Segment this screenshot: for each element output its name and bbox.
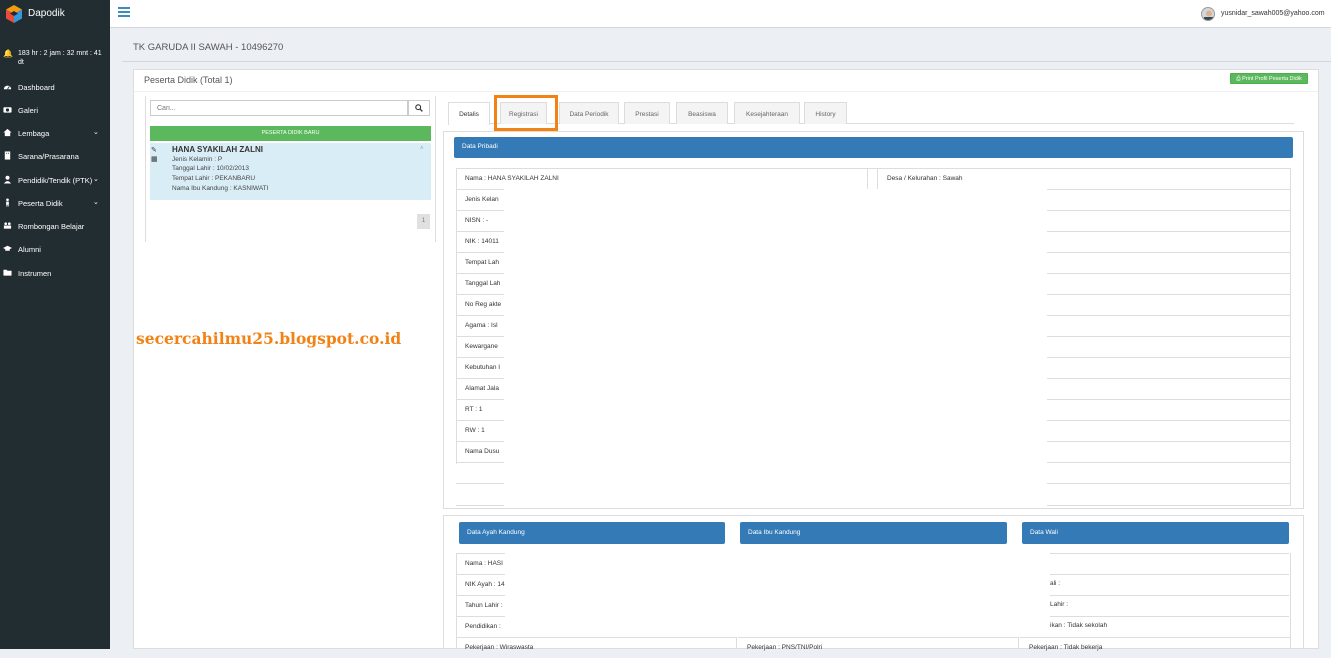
page-title: TK GARUDA II SAWAH - 10496270 bbox=[133, 42, 284, 53]
tab-data-periodik[interactable]: Data Periodik bbox=[559, 102, 619, 124]
search-icon bbox=[415, 104, 423, 112]
sidebar-item-label: Alumni bbox=[18, 245, 41, 254]
child-icon bbox=[6, 198, 9, 207]
divider bbox=[134, 91, 1318, 92]
edit-icon[interactable]: ✎ bbox=[151, 146, 157, 154]
field-wali-pendidikan: ikan : Tidak sekolah bbox=[1050, 622, 1108, 629]
app-name: Dapodik bbox=[28, 8, 65, 19]
field-wali-pekerjaan: Pekerjaan : Tidak bekerja bbox=[1029, 644, 1103, 651]
user-email: yusnidar_sawah005@yahoo.com bbox=[1221, 10, 1325, 17]
field-ayah-nama: Nama : HASI bbox=[465, 560, 503, 567]
table-row: Pekerjaan : PNS/TNI/Polri bbox=[738, 637, 1018, 658]
dapodik-logo-icon bbox=[6, 5, 22, 23]
session-timer: 🔔 183 hr : 2 jam : 32 mnt : 41 dt bbox=[3, 49, 107, 67]
student-list-item[interactable]: ✎ ▦ HANA SYAKILAH ZALNI ˄ Jenis Kelamin … bbox=[150, 143, 431, 200]
tab-details[interactable]: Detalis bbox=[448, 102, 490, 125]
field-wali-tahun-lahir: Lahir : bbox=[1050, 601, 1069, 608]
chevron-down-icon: ⌄ bbox=[93, 176, 99, 183]
table-border bbox=[1018, 637, 1019, 649]
chevron-down-icon: ⌄ bbox=[93, 129, 99, 136]
sidebar-item-label: Instrumen bbox=[18, 269, 52, 278]
chevron-down-icon: ⌄ bbox=[93, 199, 99, 206]
field-ayah-pekerjaan: Pekerjaan : Wiraswasta bbox=[465, 644, 534, 651]
student-birth-date: Tanggal Lahir : 10/02/2013 bbox=[172, 165, 249, 172]
blank-overlay bbox=[504, 189, 1047, 464]
sidebar-item-sarana-prasarana[interactable]: Sarana/Prasarana bbox=[0, 148, 110, 164]
session-timer-text: 183 hr : 2 jam : 32 mnt : 41 dt bbox=[18, 50, 102, 66]
table-border bbox=[1290, 168, 1291, 506]
building-icon bbox=[4, 151, 11, 160]
sidebar-item-label: Peserta Didik bbox=[18, 199, 63, 208]
avatar bbox=[1201, 7, 1215, 21]
table-border bbox=[877, 168, 1291, 189]
pagination-page[interactable]: 1 bbox=[417, 214, 430, 229]
watermark-text: secercahilmu25.blogspot.co.id bbox=[136, 329, 402, 348]
camera-icon bbox=[3, 107, 12, 113]
field-wali-nama: ali : bbox=[1050, 580, 1061, 587]
table-border bbox=[736, 637, 737, 649]
sidebar-item-peserta-didik[interactable]: Peserta Didik ⌄ bbox=[0, 195, 110, 211]
field-ayah-nik: NIK Ayah : 14 bbox=[465, 581, 505, 588]
graduation-cap-icon bbox=[3, 245, 12, 251]
sidebar-item-label: Pendidik/Tendik (PTK) bbox=[18, 176, 93, 185]
data-ibu-header: Data Ibu Kandung bbox=[740, 522, 1007, 544]
tab-highlight-box bbox=[494, 95, 558, 131]
dashboard-icon bbox=[3, 85, 12, 90]
sidebar-item-instrumen[interactable]: Instrumen bbox=[0, 265, 110, 281]
panel-title: Peserta Didik (Total 1) bbox=[144, 75, 233, 85]
field-ayah-tahun-lahir: Tahun Lahir : bbox=[465, 602, 503, 609]
trash-icon[interactable]: ▦ bbox=[151, 155, 158, 163]
student-gender: Jenis Kelamin : P bbox=[172, 156, 223, 163]
bell-icon: 🔔 bbox=[3, 49, 13, 58]
tab-history[interactable]: History bbox=[804, 102, 847, 124]
sidebar-item-alumni[interactable]: Alumni bbox=[0, 241, 110, 257]
print-profile-button[interactable]: ⎙ Print Profil Peserta Didik bbox=[1230, 73, 1308, 84]
tab-kesejahteraan[interactable]: Kesejahteraan bbox=[734, 102, 800, 124]
home-icon bbox=[3, 128, 12, 137]
student-birth-place: Tempat Lahir : PEKANBARU bbox=[172, 175, 256, 182]
sidebar-item-label: Sarana/Prasarana bbox=[18, 152, 79, 161]
student-mother-name: Nama Ibu Kandung : KASNIWATI bbox=[172, 185, 269, 192]
sidebar-item-dashboard[interactable]: Dashboard bbox=[0, 79, 110, 95]
field-ibu-pekerjaan: Pekerjaan : PNS/TNI/Polri bbox=[747, 644, 823, 651]
sidebar-item-label: Rombongan Belajar bbox=[18, 222, 85, 231]
data-wali-header: Data Wali bbox=[1022, 522, 1289, 544]
sidebar-item-label: Dashboard bbox=[18, 83, 55, 92]
sidebar-item-galeri[interactable]: Galeri bbox=[0, 102, 110, 118]
data-ayah-header: Data Ayah Kandung bbox=[459, 522, 725, 544]
table-border bbox=[867, 168, 868, 189]
tab-prestasi[interactable]: Prestasi bbox=[624, 102, 670, 124]
sidebar-item-rombongan-belajar[interactable]: Rombongan Belajar bbox=[0, 218, 110, 234]
table-row: Pekerjaan : Tidak bekerja bbox=[1020, 637, 1290, 658]
app-logo[interactable]: Dapodik bbox=[0, 0, 110, 28]
table-border bbox=[1290, 553, 1291, 649]
top-navbar: yusnidar_sawah005@yahoo.com bbox=[110, 0, 1331, 28]
tab-beasiswa[interactable]: Beasiswa bbox=[676, 102, 728, 124]
sidebar-item-ptk[interactable]: Pendidik/Tendik (PTK) ⌄ bbox=[0, 172, 110, 188]
sidebar-item-label: Lembaga bbox=[18, 129, 50, 138]
data-pribadi-header: Data Pribadi bbox=[454, 137, 1293, 158]
print-icon: ⎙ bbox=[1236, 76, 1241, 82]
user-icon bbox=[3, 175, 12, 184]
users-icon bbox=[3, 222, 12, 229]
blank-overlay bbox=[504, 464, 1047, 506]
divider bbox=[122, 61, 1331, 62]
chevron-up-icon[interactable]: ˄ bbox=[420, 146, 424, 152]
student-name: HANA SYAKILAH ZALNI bbox=[172, 145, 263, 154]
sidebar-item-lembaga[interactable]: Lembaga ⌄ bbox=[0, 125, 110, 141]
search-button[interactable] bbox=[408, 100, 430, 116]
new-student-button[interactable]: PESERTA DIDIK BARU bbox=[150, 126, 431, 141]
table-row: Pekerjaan : Wiraswasta bbox=[456, 637, 736, 658]
sidebar: Dapodik 🔔 183 hr : 2 jam : 32 mnt : 41 d… bbox=[0, 0, 110, 649]
hamburger-menu-icon[interactable] bbox=[118, 7, 130, 19]
table-border bbox=[456, 553, 457, 649]
search-input[interactable] bbox=[150, 100, 408, 116]
print-profile-label: Print Profil Peserta Didik bbox=[1242, 76, 1302, 82]
user-menu[interactable]: yusnidar_sawah005@yahoo.com bbox=[1201, 7, 1331, 21]
blank-overlay bbox=[505, 553, 1050, 634]
field-ayah-pendidikan: Pendidikan : bbox=[465, 623, 501, 630]
sidebar-item-label: Galeri bbox=[18, 106, 39, 115]
folder-icon bbox=[3, 269, 12, 276]
tab-bar: Detalis Registrasi Data Periodik Prestas… bbox=[448, 102, 1294, 125]
